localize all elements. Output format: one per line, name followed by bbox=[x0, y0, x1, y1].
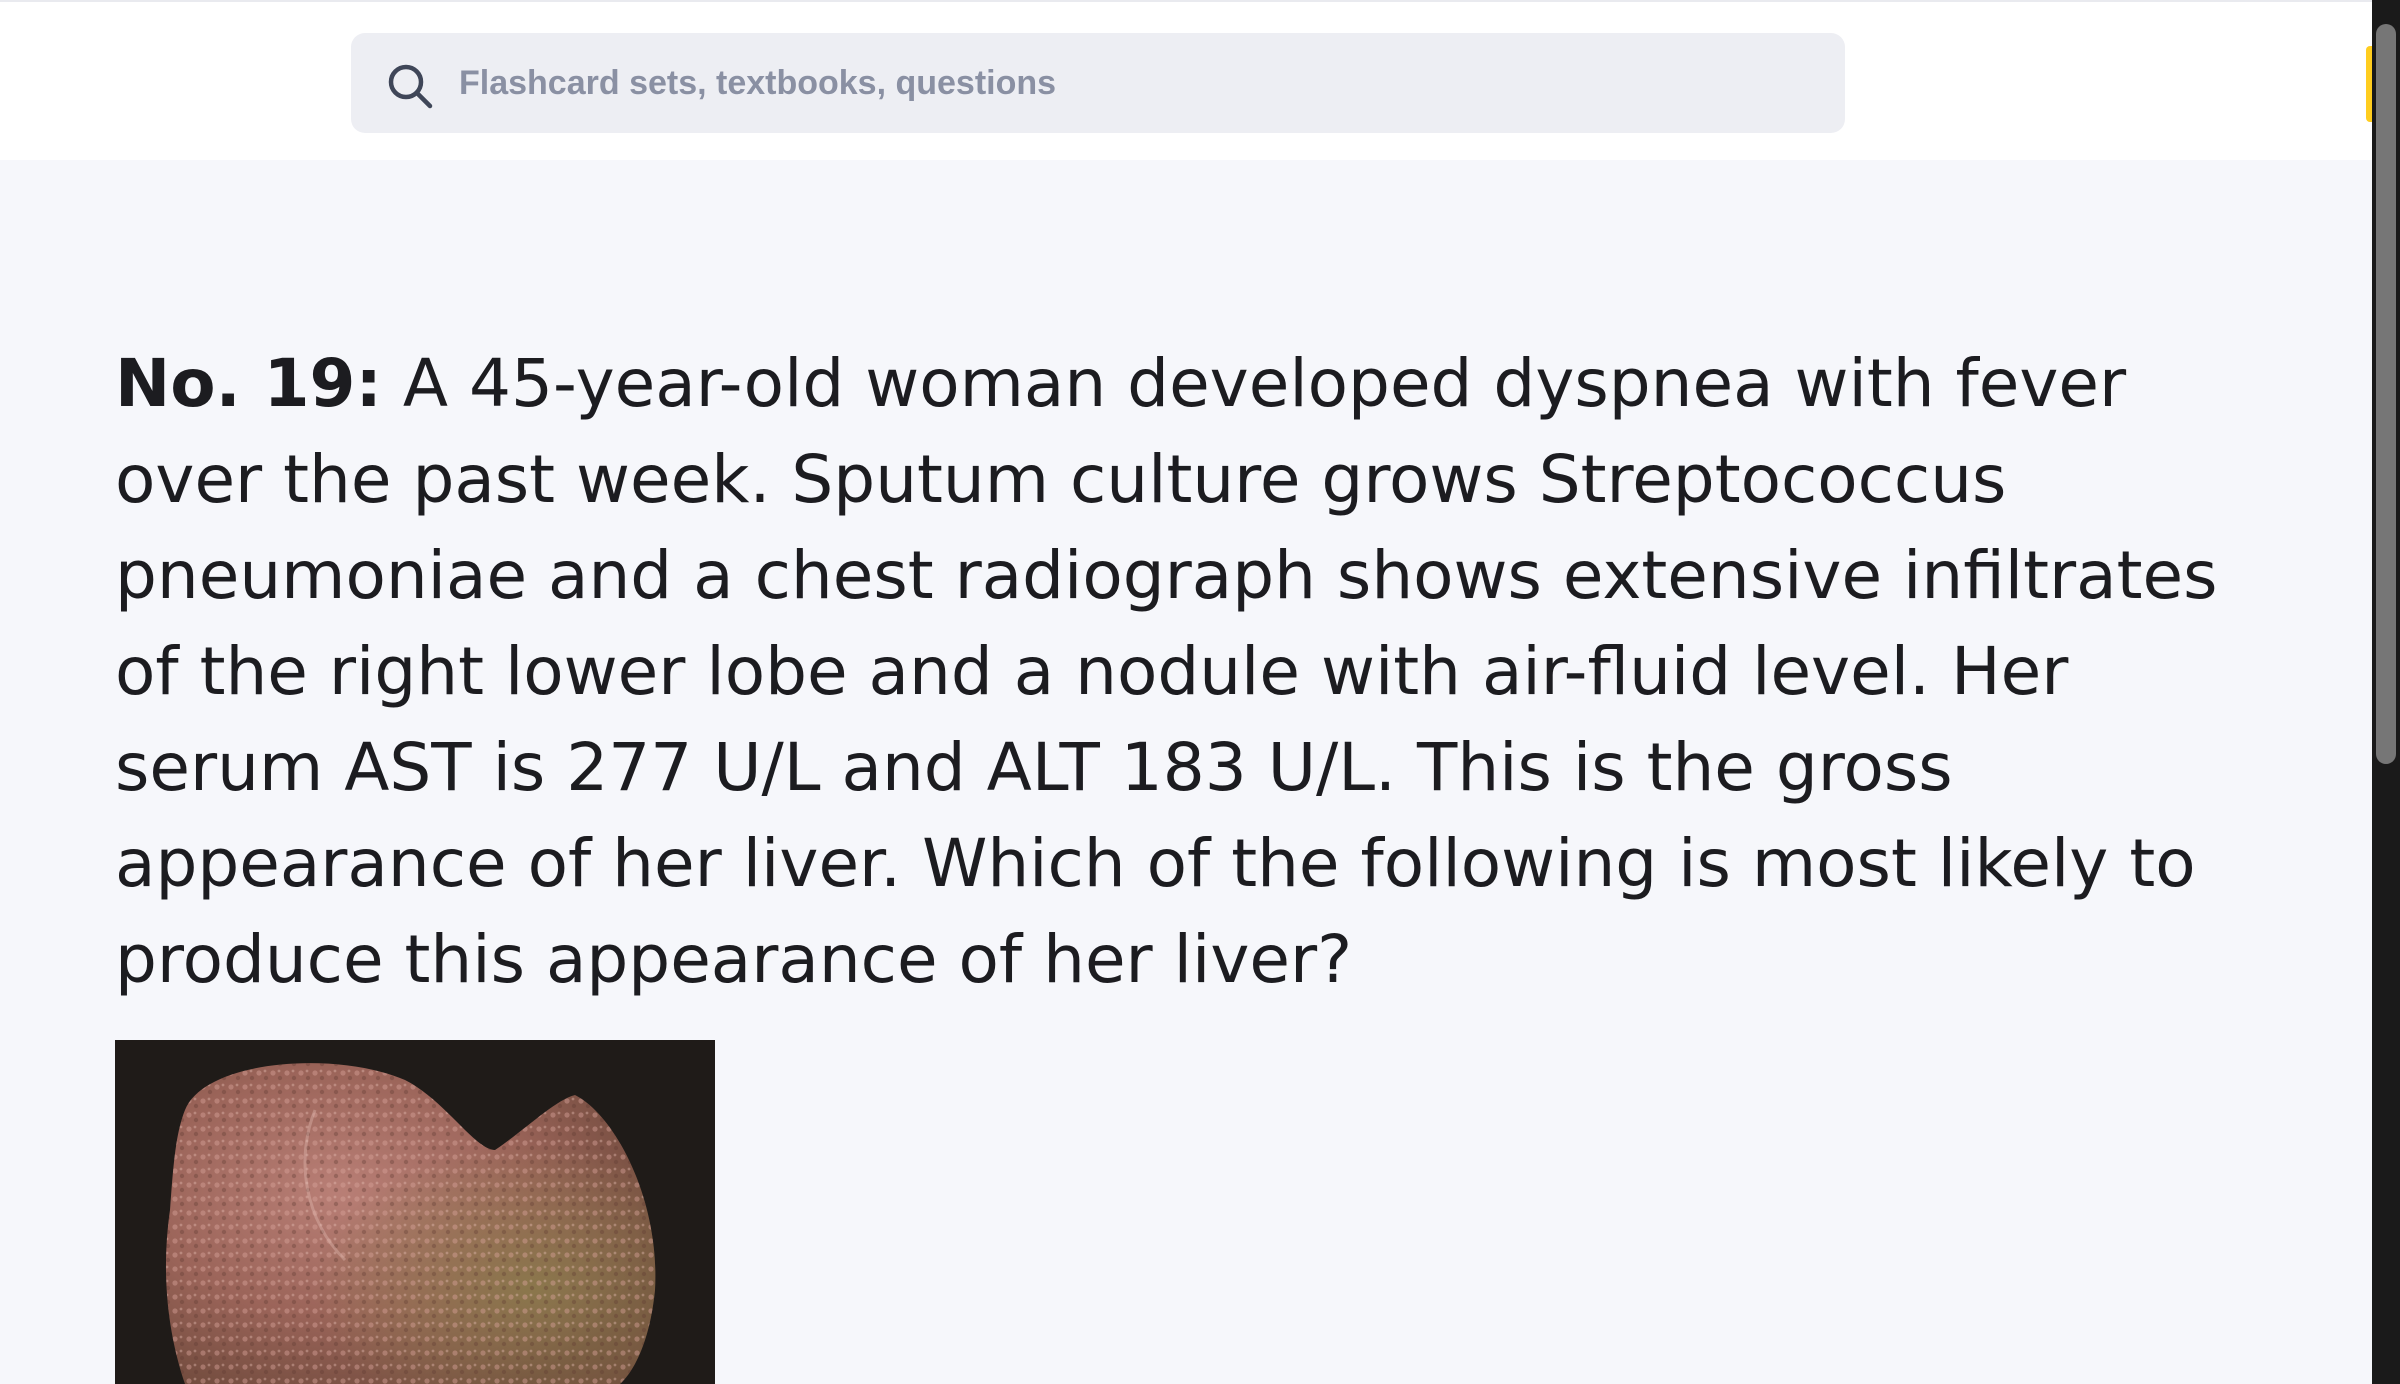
page: No. 19: A 45-year-old woman developed dy… bbox=[0, 0, 2400, 1384]
top-header bbox=[0, 0, 2374, 160]
question-number: No. 19: bbox=[115, 345, 382, 422]
search-input[interactable] bbox=[459, 33, 1819, 133]
liver-gross-image bbox=[115, 1040, 715, 1384]
question-text: No. 19: A 45-year-old woman developed dy… bbox=[115, 336, 2275, 1008]
liver-specimen-photo bbox=[165, 1063, 656, 1384]
search-bar[interactable] bbox=[351, 33, 1845, 133]
search-icon bbox=[388, 64, 433, 109]
scrollbar-thumb[interactable] bbox=[2376, 24, 2396, 764]
question-body: A 45-year-old woman developed dyspnea wi… bbox=[115, 345, 2218, 998]
